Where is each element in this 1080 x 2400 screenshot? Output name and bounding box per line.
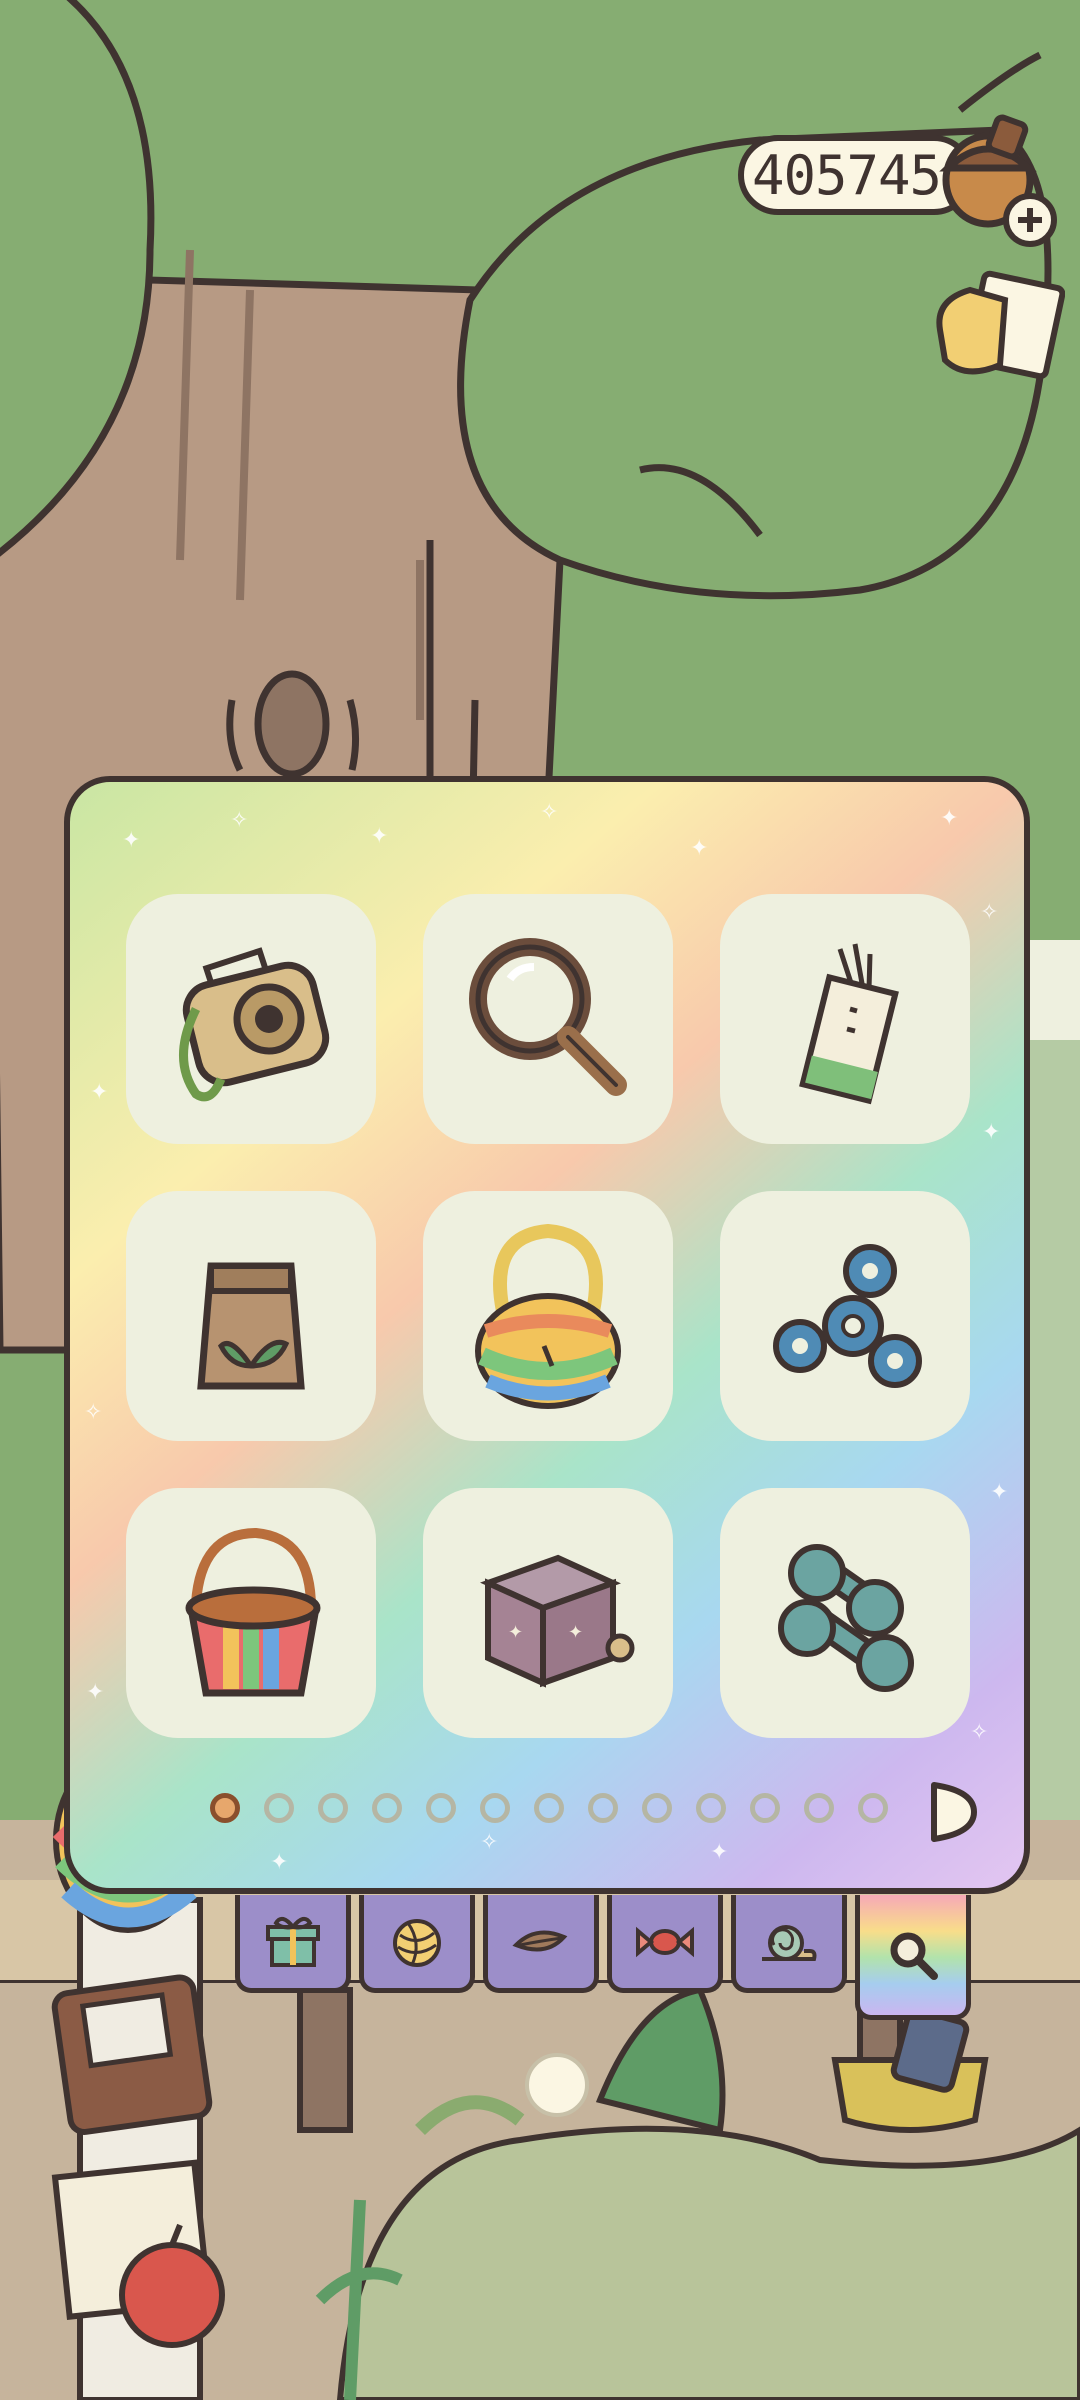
page-dot[interactable] [480, 1793, 510, 1823]
page-dot[interactable] [696, 1793, 726, 1823]
page-dot[interactable] [318, 1793, 348, 1823]
page-dot[interactable] [588, 1793, 618, 1823]
stamp-card-icon[interactable] [925, 270, 1065, 395]
svg-text:✦: ✦ [508, 1622, 523, 1643]
item-slot[interactable] [720, 894, 970, 1144]
seed-bag-icon [197, 1262, 305, 1390]
item-slot[interactable]: ✦ ✦ [423, 1488, 673, 1738]
item-slot[interactable] [720, 1488, 970, 1738]
dumbbell-icon [778, 1544, 914, 1692]
tab-leaf[interactable] [483, 1895, 599, 1993]
item-slot[interactable] [126, 894, 376, 1144]
page-dot[interactable] [750, 1793, 780, 1823]
magnifier-tab-icon [890, 1932, 938, 1980]
candy-icon [636, 1926, 694, 1957]
item-slot[interactable] [720, 1191, 970, 1441]
next-arrow-icon[interactable] [920, 1777, 980, 1847]
tab-candy[interactable] [607, 1895, 723, 1993]
item-slot[interactable] [126, 1488, 376, 1738]
fluffy-bag-icon [475, 1223, 621, 1409]
incense-icon [799, 943, 899, 1105]
gift-icon [266, 1916, 320, 1967]
music-box-icon: ✦ ✦ [480, 1554, 635, 1688]
acorn-count: 405745 [752, 143, 942, 207]
fidget-spinner-icon [773, 1244, 922, 1388]
leaf-icon [512, 1930, 568, 1951]
tab-snail[interactable] [731, 1895, 847, 1993]
inventory-grid: ✦ ✦ [126, 894, 970, 1744]
page-dot[interactable] [264, 1793, 294, 1823]
bucket-icon [185, 1527, 321, 1697]
page-indicator [70, 1777, 1024, 1842]
page-dot[interactable] [534, 1793, 564, 1823]
acorn-plus-icon[interactable] [930, 110, 1060, 250]
page-dot[interactable] [426, 1793, 456, 1823]
snail-icon [762, 1924, 817, 1961]
page-dot[interactable] [858, 1793, 888, 1823]
tab-gifts[interactable] [235, 1895, 351, 1993]
page-dot[interactable] [642, 1793, 672, 1823]
item-slot[interactable] [423, 1191, 673, 1441]
yarn-icon [393, 1918, 441, 1967]
camera-icon [179, 947, 330, 1102]
page-dot[interactable] [372, 1793, 402, 1823]
category-tabs [235, 1895, 979, 2025]
tab-tools[interactable] [855, 1895, 971, 2020]
magnifying-glass-icon [469, 938, 627, 1096]
svg-text:✦: ✦ [568, 1622, 583, 1643]
item-slot[interactable] [126, 1191, 376, 1441]
item-slot[interactable] [423, 894, 673, 1144]
page-dot[interactable] [210, 1793, 240, 1823]
inventory-panel: ✦ ✧ ✦ ✧ ✦ ✦ ✧ ✦ ✦ ✧ ✦ ✦ ✧ ✦ ✦ ✧ ✦ ✦ [64, 776, 1030, 1894]
page-dot[interactable] [804, 1793, 834, 1823]
tab-yarn[interactable] [359, 1895, 475, 1993]
